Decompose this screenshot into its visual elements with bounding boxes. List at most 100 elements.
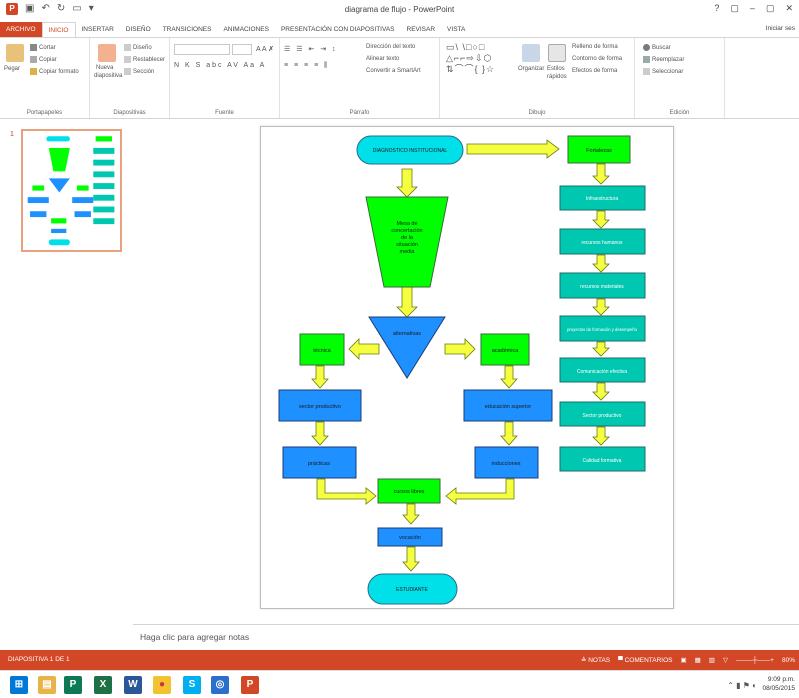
slideshow-icon[interactable]: ▽ xyxy=(723,656,728,664)
excel-icon[interactable]: X xyxy=(94,676,112,694)
shape-fill-button[interactable]: Relleno de forma xyxy=(572,44,618,50)
slide-thumbnail-1[interactable] xyxy=(21,129,122,252)
slide-sorter-icon[interactable]: ▦ xyxy=(695,656,701,664)
shape-effects-button[interactable]: Efectos de forma xyxy=(572,68,617,74)
group-label-parrafo: Párrafo xyxy=(349,110,370,116)
clock-date: 08/05/2015 xyxy=(762,685,795,692)
align-text-button[interactable]: Alinear texto xyxy=(366,56,399,62)
thumbnail-number: 1 xyxy=(10,131,14,138)
file-explorer-icon[interactable]: ▤ xyxy=(38,676,56,694)
new-slide-label[interactable]: Nueva xyxy=(96,65,113,71)
system-tray-icons[interactable]: ⌃ ▮ ⚑ ◐ xyxy=(727,681,757,690)
select-button[interactable]: Seleccionar xyxy=(643,68,683,75)
reading-view-icon[interactable]: ▥ xyxy=(709,656,715,664)
tab-vista[interactable]: VISTA xyxy=(441,22,471,37)
minimize-button[interactable]: – xyxy=(750,3,755,14)
align-icons[interactable]: ≡ ≡ ≡ ≡ ⫼ xyxy=(284,62,329,70)
arrow-right-6 xyxy=(592,382,610,401)
close-button[interactable]: ✕ xyxy=(785,3,793,14)
notes-button-label: NOTAS xyxy=(588,657,611,664)
section-button[interactable]: Sección xyxy=(124,68,154,75)
label-mesa-line: media xyxy=(400,249,416,255)
help-button[interactable]: ? xyxy=(714,3,719,14)
arrange-button[interactable]: Organizar xyxy=(518,66,544,72)
label-mesa-line: situación xyxy=(396,242,418,248)
comments-button[interactable]: ▀ COMENTARIOS xyxy=(618,657,672,664)
replace-button[interactable]: Reemplazar xyxy=(643,56,684,63)
font-family-combo[interactable] xyxy=(174,44,230,55)
notes-placeholder[interactable]: Haga clic para agregar notas xyxy=(140,632,249,642)
group-parrafo: ☰ ☰ ⇤ ⇥ ↕ ≡ ≡ ≡ ≡ ⫼ Dirección del texto … xyxy=(280,38,440,118)
browser-icon[interactable]: ◎ xyxy=(211,676,229,694)
copy-button[interactable]: Copiar xyxy=(30,56,57,63)
zoom-level[interactable]: 80% xyxy=(782,657,795,664)
format-painter-button[interactable]: Copiar formato xyxy=(30,68,79,75)
arrow-right-2 xyxy=(592,210,610,229)
quick-styles-label[interactable]: Estilos xyxy=(547,66,565,72)
tab-presentacion[interactable]: PRESENTACIÓN CON DIAPOSITIVAS xyxy=(275,22,401,37)
cut-button[interactable]: Cortar xyxy=(30,44,56,51)
label-right-3: recursos materiales xyxy=(580,284,624,290)
tab-insertar[interactable]: INSERTAR xyxy=(76,22,120,37)
slide-canvas[interactable]: DIAGNOSTICO INSTITUCIONAL Fortalezas Mes… xyxy=(260,126,674,609)
label-academica: académica xyxy=(492,348,520,354)
clock[interactable]: 9:09 p.m. 08/05/2015 xyxy=(762,675,795,693)
font-format-icons[interactable]: N K S abc AV Aa A xyxy=(174,62,266,69)
find-label: Buscar xyxy=(652,45,671,52)
quick-styles-label-2[interactable]: rápidos xyxy=(547,74,567,80)
ribbon-display-button[interactable]: ▢ xyxy=(730,3,739,14)
windows-start-icon[interactable]: ⊞ xyxy=(10,676,28,694)
layout-icon xyxy=(124,44,131,51)
arrow-diag-mesa xyxy=(396,168,418,198)
chrome-icon[interactable]: ● xyxy=(153,676,171,694)
list-indent-icons[interactable]: ☰ ☰ ⇤ ⇥ ↕ xyxy=(284,45,338,53)
maximize-button[interactable]: ▢ xyxy=(766,3,775,14)
label-mesa-line: Mesa de xyxy=(396,221,417,227)
font-size-combo[interactable] xyxy=(232,44,252,55)
notes-button[interactable]: ≙ NOTAS xyxy=(581,656,610,664)
powerpoint-window: P ▣ ↶ ↻ ▭ ▾ diagrama de flujo - PowerPoi… xyxy=(0,0,799,698)
arrow-diag-fortalezas xyxy=(466,139,560,159)
status-right: ≙ NOTAS ▀ COMENTARIOS ▣ ▦ ▥ ▽ –——┼——+ 80… xyxy=(581,656,795,665)
group-fuente: A A ✗ N K S abc AV Aa A Fuente xyxy=(170,38,280,118)
text-direction-button[interactable]: Dirección del texto xyxy=(366,44,415,50)
tab-archivo[interactable]: ARCHIVO xyxy=(0,22,42,37)
label-fortalezas: Fortalezas xyxy=(586,148,612,154)
paste-button[interactable]: Pegar xyxy=(4,66,20,72)
tab-animaciones[interactable]: ANIMACIONES xyxy=(217,22,275,37)
powerpoint-taskbar-icon[interactable]: P xyxy=(241,676,259,694)
tab-transiciones[interactable]: TRANSICIONES xyxy=(157,22,218,37)
normal-view-icon[interactable]: ▣ xyxy=(680,656,686,664)
tab-inicio[interactable]: INICIO xyxy=(41,22,76,37)
notes-pane[interactable]: Haga clic para agregar notas xyxy=(133,624,799,650)
zoom-slider[interactable]: –——┼——+ xyxy=(736,657,774,664)
find-button[interactable]: Buscar xyxy=(643,44,671,51)
replace-label: Reemplazar xyxy=(652,57,685,64)
new-slide-icon[interactable] xyxy=(98,44,116,62)
sign-in-link[interactable]: Iniciar ses xyxy=(766,25,795,32)
reset-button[interactable]: Restablecer xyxy=(124,56,165,63)
paste-icon[interactable] xyxy=(6,44,24,62)
quick-styles-icon[interactable] xyxy=(548,44,566,62)
copy-icon xyxy=(30,56,37,63)
group-label-portapapeles: Portapapeles xyxy=(26,110,63,116)
label-tecnica: técnica xyxy=(313,348,331,354)
skype-icon[interactable]: S xyxy=(183,676,201,694)
smartart-button[interactable]: Convertir a SmartArt xyxy=(366,68,421,74)
word-icon[interactable]: W xyxy=(124,676,142,694)
shape-outline-button[interactable]: Contorno de forma xyxy=(572,56,622,62)
arrow-practicas-cursos xyxy=(316,478,377,505)
reset-label: Restablecer xyxy=(133,57,166,64)
publisher-icon[interactable]: P xyxy=(64,676,82,694)
new-slide-label-2[interactable]: diapositiva xyxy=(94,73,122,79)
group-portapapeles: Pegar Cortar Copiar Copiar formato Porta… xyxy=(0,38,90,118)
layout-button[interactable]: Diseño xyxy=(124,44,152,51)
shapes-gallery[interactable]: ▭\ \□○□ △⌐⌐⇨⇩⬡ ⇅⌒⌒{ }☆ xyxy=(446,42,495,75)
tab-diseno[interactable]: DISEÑO xyxy=(120,22,157,37)
label-right-6: Sector productivo xyxy=(583,413,622,419)
label-right-5: Comunicación efectiva xyxy=(577,369,628,375)
tab-revisar[interactable]: REVISAR xyxy=(401,22,442,37)
grow-shrink-font-icon[interactable]: A A ✗ xyxy=(256,45,274,53)
arrow-academica-educacion xyxy=(500,365,518,389)
arrange-icon[interactable] xyxy=(522,44,540,62)
